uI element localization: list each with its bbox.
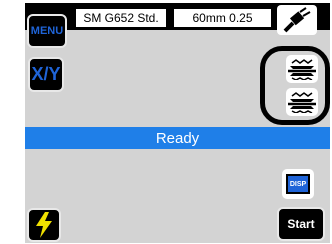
arc-button[interactable] [27,208,61,242]
disp-label: DISP [286,174,310,194]
status-text: Ready [155,129,200,147]
status-bar: Ready [25,127,330,149]
cleave-length-field[interactable]: 60mm 0.25 [174,9,271,27]
xy-view-button[interactable]: X/Y [28,57,64,92]
clamp-controls [260,46,330,125]
lightning-icon [36,212,52,238]
clamp-icon [288,59,316,80]
xy-label: X/Y [31,64,61,84]
disp-button[interactable]: DISP [282,169,314,199]
left-clamp-button[interactable] [286,55,318,83]
plug-button[interactable] [277,5,317,35]
splicer-screen: MENU SM G652 Std. 60mm 0.25 X/Y Ready DI… [25,3,330,243]
right-clamp-button[interactable] [286,88,318,116]
plug-icon [283,7,311,33]
menu-button[interactable]: MENU [27,14,67,48]
fiber-type-field[interactable]: SM G652 Std. [76,9,166,27]
clamp-icon [288,92,316,113]
menu-label: MENU [30,25,64,37]
start-label: Start [287,217,315,231]
start-button[interactable]: Start [277,207,325,241]
